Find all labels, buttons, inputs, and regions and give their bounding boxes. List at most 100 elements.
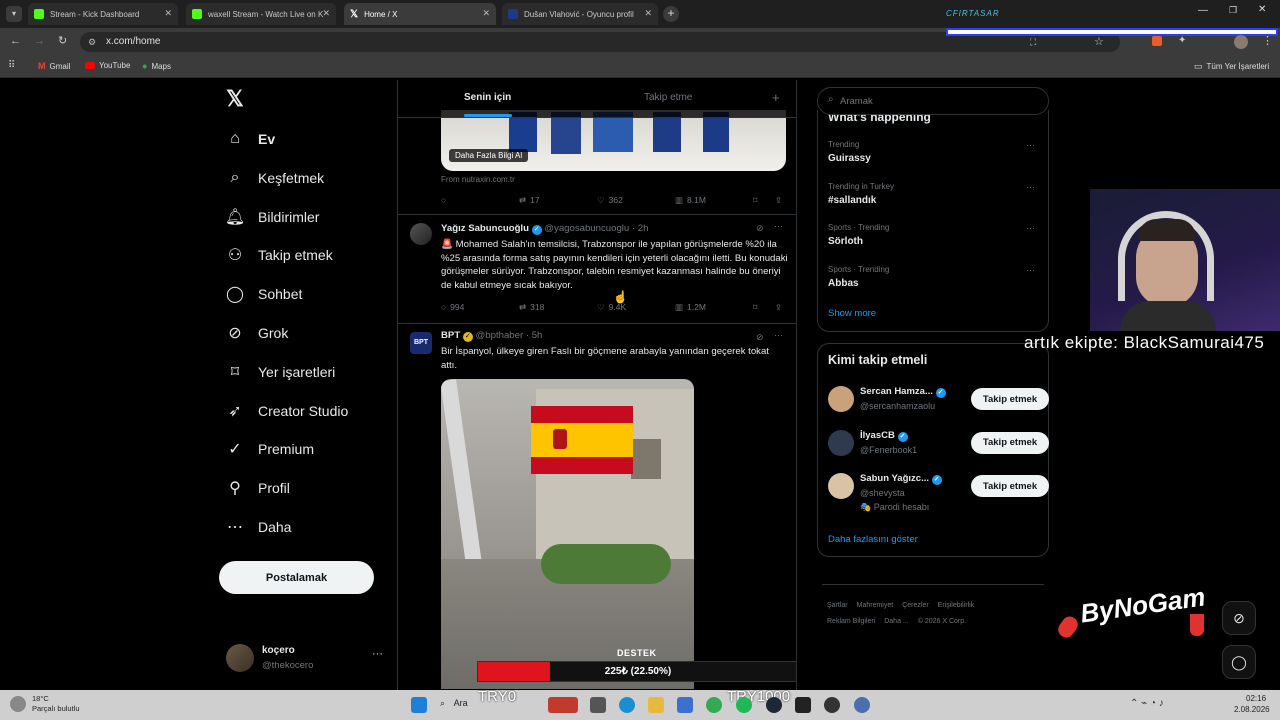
bookmark-gmail[interactable]: M Gmail xyxy=(38,61,70,71)
close-icon[interactable]: ✕ xyxy=(322,8,330,19)
repost-button[interactable]: ⇄ 318 xyxy=(519,302,544,313)
app-icon[interactable] xyxy=(854,697,870,713)
app-icon[interactable] xyxy=(795,697,811,713)
sidebar-item-8[interactable]: ✓ Premium xyxy=(226,434,314,464)
more-icon[interactable]: ··· xyxy=(1026,140,1035,150)
puzzle-icon[interactable]: ✦ xyxy=(1178,35,1186,46)
show-more-follow-link[interactable]: Daha fazlasını göster xyxy=(828,534,918,545)
close-icon[interactable]: ✕ xyxy=(164,8,172,19)
more-icon[interactable]: ··· xyxy=(372,648,383,660)
menu-icon[interactable]: ⋮ xyxy=(1262,34,1273,47)
store-icon[interactable] xyxy=(677,697,693,713)
suggestion-name[interactable]: Sabun Yağızc... xyxy=(860,473,929,484)
suggestion-name[interactable]: Sercan Hamza... xyxy=(860,386,933,397)
minimize-icon[interactable]: — xyxy=(1198,5,1208,16)
follow-button[interactable]: Takip etmek xyxy=(971,431,1049,454)
show-more-link[interactable]: Show more xyxy=(828,308,876,319)
reload-icon[interactable]: ↻ xyxy=(58,34,67,47)
avatar[interactable] xyxy=(1234,35,1248,49)
follow-suggestion[interactable]: Sabun Yağızc... ✓ @shevysta 🎭 Parodi hesab… xyxy=(828,471,1050,512)
tweet-time[interactable]: · 5h xyxy=(526,330,543,341)
bookmark-maps[interactable]: ● Maps xyxy=(142,61,171,71)
bookmark-icon[interactable]: ⌑ xyxy=(753,302,757,313)
sidebar-item-10[interactable]: ⋯ Daha xyxy=(226,512,291,542)
footer-link[interactable]: Şartlar xyxy=(827,602,848,609)
obs-icon[interactable] xyxy=(824,697,840,713)
add-tab-icon[interactable]: + xyxy=(772,90,780,105)
suggestion-handle[interactable]: @shevysta xyxy=(860,488,905,498)
bookmark-icon[interactable]: ⌑ xyxy=(753,195,757,206)
bookmark-youtube[interactable]: YouTube xyxy=(85,61,130,70)
trend-item[interactable]: Trending Guirassy ··· xyxy=(828,140,1038,174)
browser-tab-active[interactable]: 𝕏 Home / X ✕ xyxy=(344,3,496,25)
tweet-video[interactable] xyxy=(441,379,694,689)
sidebar-item-5[interactable]: ⊘ Grok xyxy=(226,318,288,348)
reply-icon[interactable]: ○ xyxy=(441,195,446,205)
apps-icon[interactable]: ⠿ xyxy=(8,60,15,71)
author-handle[interactable]: @yagosabuncuoglu xyxy=(544,223,629,234)
spotify-icon[interactable] xyxy=(736,697,752,713)
more-icon[interactable]: ··· xyxy=(774,221,783,231)
tweet[interactable]: Yağız Sabuncuoğlu ✓ @yagosabuncuoglu · 2… xyxy=(398,215,796,323)
messages-fab[interactable]: ◯ xyxy=(1222,645,1256,679)
tweet[interactable]: BPT BPT ✓ @bpthaber · 5h ⊘ ··· Bir İspan… xyxy=(398,324,796,690)
x-logo-icon[interactable]: 𝕏 xyxy=(226,86,244,112)
avatar[interactable] xyxy=(828,386,854,412)
views-button[interactable]: ▥ 8.1M xyxy=(675,195,706,206)
browser-tab[interactable]: Dušan Vlahović - Oyuncu profil ✕ xyxy=(502,3,658,25)
star-icon[interactable]: ☆ xyxy=(1094,35,1104,48)
site-info-icon[interactable]: ⚙ xyxy=(88,32,96,52)
avatar[interactable] xyxy=(828,473,854,499)
views-button[interactable]: ▥ 1.2M xyxy=(675,302,706,313)
grok-icon[interactable]: ⊘ xyxy=(756,332,764,343)
tab-search-icon[interactable]: ▾ xyxy=(6,6,22,22)
trend-item[interactable]: Trending in Turkey #sallandık ··· xyxy=(828,182,1038,216)
reply-button[interactable]: ○ 994 xyxy=(441,302,464,312)
account-switcher[interactable]: koçero @thekocero ··· xyxy=(226,642,386,676)
footer-link[interactable]: Daha ... xyxy=(884,618,909,625)
tab-for-you[interactable]: Senin için xyxy=(464,92,511,103)
author-name[interactable]: BPT xyxy=(441,330,460,341)
steam-icon[interactable] xyxy=(766,697,782,713)
all-bookmarks[interactable]: ▭ Tüm Yer İşaretleri xyxy=(1194,61,1269,72)
tab-following[interactable]: Takip etme xyxy=(644,92,692,103)
avatar[interactable]: BPT xyxy=(410,332,432,354)
like-button[interactable]: ♡ 362 xyxy=(597,195,623,206)
close-window-icon[interactable]: ✕ xyxy=(1258,4,1266,15)
app-icon[interactable] xyxy=(548,697,578,713)
search-input[interactable]: ⌕ Aramak xyxy=(817,87,1049,115)
windows-start-icon[interactable] xyxy=(411,697,427,713)
repost-button[interactable]: ⇄ 17 xyxy=(519,195,540,206)
forward-icon[interactable]: → xyxy=(34,35,45,47)
browser-tab[interactable]: Stream - Kick Dashboard ✕ xyxy=(28,3,178,25)
sidebar-item-6[interactable]: ⌑ Yer işaretleri xyxy=(226,357,335,387)
share-icon[interactable]: ⇪ xyxy=(775,195,782,206)
avatar[interactable] xyxy=(410,223,432,245)
avatar[interactable] xyxy=(828,429,854,456)
more-icon[interactable]: ··· xyxy=(1026,223,1035,233)
taskbar-search[interactable]: ⌕ Ara xyxy=(440,698,468,709)
sidebar-item-9[interactable]: ⚲ Profil xyxy=(226,473,290,503)
footer-link[interactable]: Mahremiyet xyxy=(857,602,894,609)
footer-link[interactable]: Reklam Bilgileri xyxy=(827,618,875,625)
ad-source[interactable]: From nutraxin.com.tr xyxy=(441,175,515,184)
post-button[interactable]: Postalamak xyxy=(219,561,374,594)
footer-link[interactable]: Erişilebilirlik xyxy=(938,602,975,609)
suggestion-name[interactable]: İlyasCB xyxy=(860,430,895,441)
more-icon[interactable]: ··· xyxy=(1026,265,1035,275)
more-icon[interactable]: ··· xyxy=(774,330,783,340)
grok-icon[interactable]: ⊘ xyxy=(756,223,764,234)
chrome-icon[interactable] xyxy=(706,697,722,713)
more-icon[interactable]: ··· xyxy=(1026,182,1035,192)
author-handle[interactable]: @bpthaber xyxy=(476,330,524,341)
trend-item[interactable]: Sports · Trending Sörloth ··· xyxy=(828,223,1038,257)
edge-icon[interactable] xyxy=(619,697,635,713)
restore-icon[interactable]: ❐ xyxy=(1229,5,1237,16)
translate-icon[interactable]: ⛶ xyxy=(1030,37,1036,48)
share-icon[interactable]: ⇪ xyxy=(775,302,782,313)
sidebar-item-1[interactable]: ⌕ Keşfetmek xyxy=(226,163,325,193)
follow-button[interactable]: Takip etmek xyxy=(971,388,1049,410)
close-icon[interactable]: ✕ xyxy=(482,8,490,19)
follow-button[interactable]: Takip etmek xyxy=(971,475,1049,497)
sidebar-item-0[interactable]: ⌂ Ev xyxy=(226,124,275,154)
